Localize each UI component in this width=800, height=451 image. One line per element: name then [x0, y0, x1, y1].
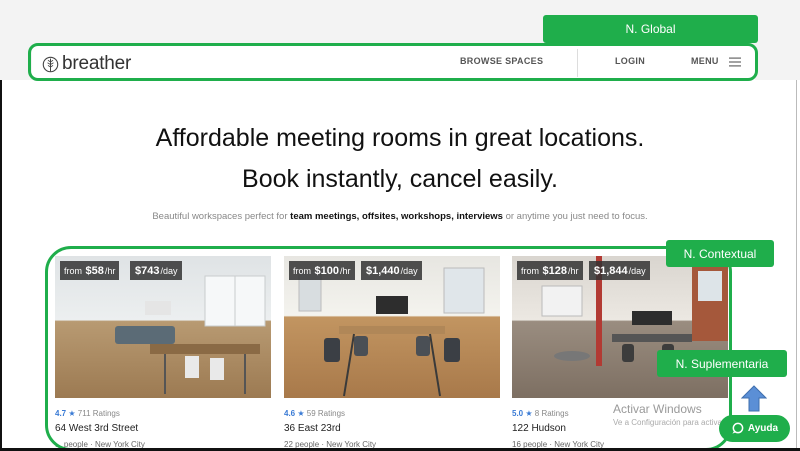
chat-bubble-icon — [732, 422, 744, 434]
global-nav-annotation-box — [28, 43, 758, 81]
hero-heading-line1: Affordable meeting rooms in great locati… — [155, 124, 645, 152]
supplementary-nav-annotation-label: N. Suplementaria — [657, 350, 787, 377]
subtitle-suffix: or anytime you just need to focus. — [505, 211, 648, 222]
contextual-nav-annotation-label: N. Contextual — [666, 240, 774, 267]
keyword-interviews: interviews — [456, 211, 503, 222]
hero-subtitle: Beautiful workspaces perfect for team me… — [0, 211, 800, 222]
keyword-workshops: workshops, — [401, 211, 454, 222]
keyword-team-meetings: team meetings, — [290, 211, 360, 222]
subtitle-prefix: Beautiful workspaces perfect for — [152, 211, 288, 222]
help-button-label: Ayuda — [747, 423, 779, 434]
keyword-offsites: offsites, — [361, 211, 399, 222]
arrow-up-icon — [741, 385, 767, 412]
global-nav-annotation-label: N. Global — [543, 15, 758, 43]
hero-heading-line2: Book instantly, cancel easily. — [242, 165, 558, 193]
windows-activation-title: Activar Windows — [613, 402, 702, 416]
help-button[interactable]: Ayuda — [719, 415, 790, 442]
